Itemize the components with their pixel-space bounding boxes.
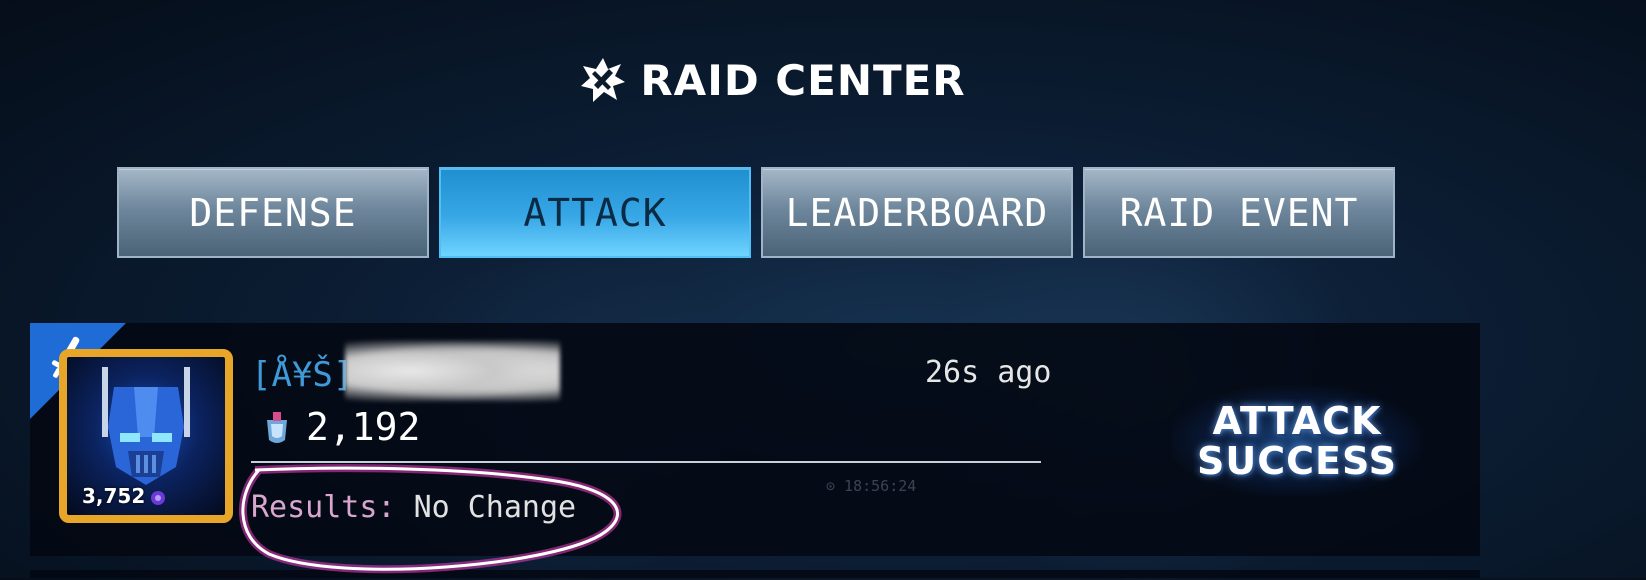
attack-outcome-badge: ATTACK SUCCESS: [1172, 386, 1422, 496]
entry-timestamp: ⊙ 18:56:24: [826, 477, 917, 495]
redacted-name: [345, 340, 560, 402]
trophy-icon: [267, 412, 287, 443]
tab-attack[interactable]: ATTACK: [439, 167, 751, 258]
raid-burst-icon: [581, 58, 626, 102]
tab-bar: DEFENSE ATTACK LEADERBOARD RAID EVENT: [117, 167, 1395, 258]
tab-leaderboard[interactable]: LEADERBOARD: [761, 167, 1073, 258]
tab-defense[interactable]: DEFENSE: [117, 167, 429, 258]
outcome-line-2: SUCCESS: [1197, 439, 1397, 483]
optimus-helmet-icon: [102, 367, 190, 485]
page-title: RAID CENTER: [0, 50, 1646, 110]
trophy-count: 2,192: [306, 405, 421, 449]
power-spark-icon: [151, 491, 165, 505]
tab-raid-event[interactable]: RAID EVENT: [1083, 167, 1395, 258]
title-text: RAID CENTER: [640, 55, 966, 105]
time-ago: 26s ago: [925, 355, 1052, 390]
opponent-name: [Å¥Š]: [251, 355, 354, 395]
outcome-line-1: ATTACK: [1212, 399, 1382, 443]
annotation-circle: [238, 464, 622, 574]
opponent-power: 3,752: [82, 484, 146, 508]
